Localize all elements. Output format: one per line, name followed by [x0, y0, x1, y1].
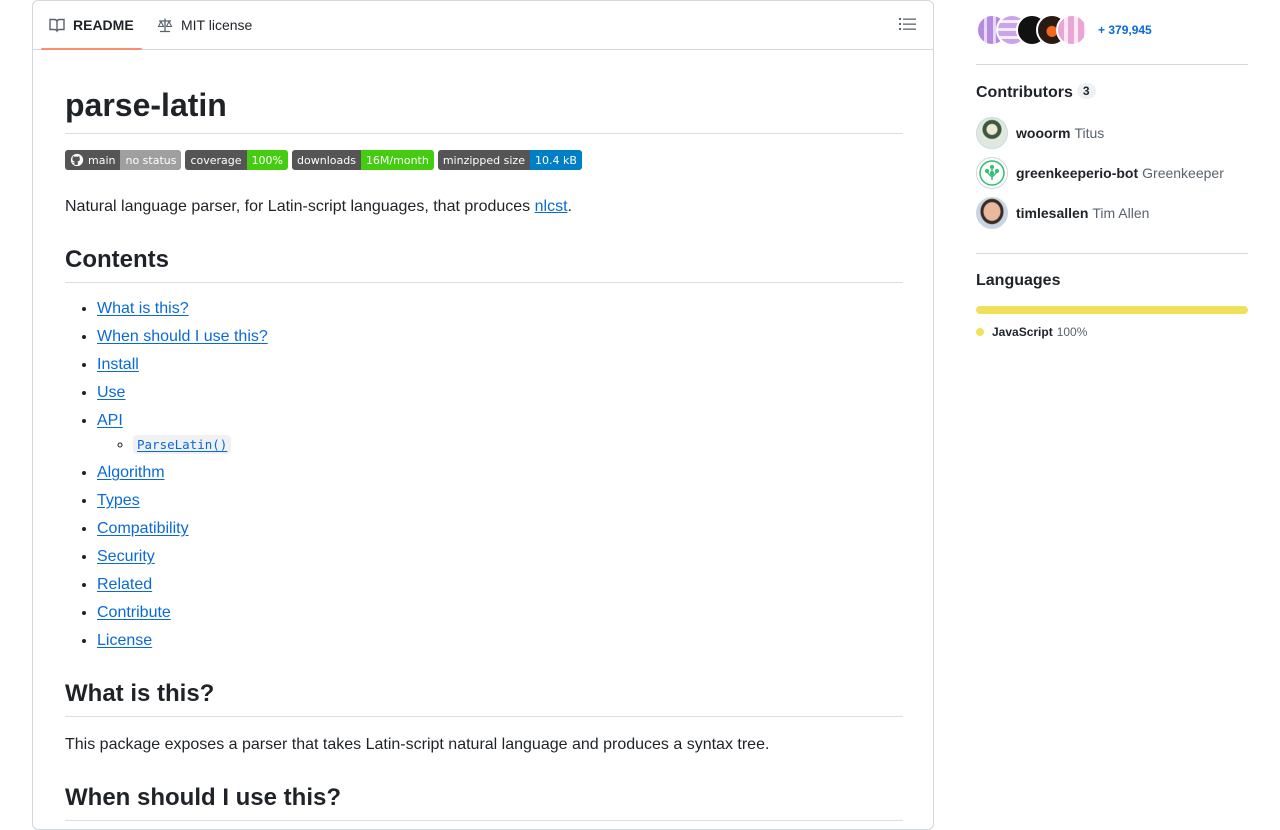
list-item: Install — [97, 353, 903, 377]
contributor-item[interactable]: wooorm Titus — [976, 117, 1104, 149]
avatar — [976, 117, 1008, 149]
toc-link-install[interactable]: Install — [97, 356, 139, 373]
toc-link-license[interactable]: License — [97, 632, 152, 649]
contributor-item[interactable]: greenkeeperio-bot Greenkeeper — [976, 157, 1224, 189]
language-item[interactable]: JavaScript 100% — [976, 325, 1087, 339]
list-item: Compatibility — [97, 517, 903, 541]
github-icon — [70, 153, 84, 167]
what-is-this-heading: What is this? — [65, 679, 903, 717]
languages-heading: Languages — [976, 272, 1061, 289]
contributor-login: timlesallen — [1016, 205, 1089, 221]
tab-readme[interactable]: README — [41, 1, 142, 50]
toc-sublist: ParseLatin() — [97, 433, 903, 457]
build-badge-right: no status — [120, 150, 182, 170]
contributor-item[interactable]: timlesallen Tim Allen — [976, 197, 1149, 229]
size-badge[interactable]: minzipped size 10.4 kB — [437, 150, 582, 170]
list-item: License — [97, 629, 903, 653]
build-status-badge[interactable]: main no status — [65, 150, 182, 170]
toc-link-use[interactable]: Use — [97, 384, 125, 401]
list-item: Algorithm — [97, 461, 903, 485]
law-scale-icon — [157, 18, 173, 33]
contributor-name: Tim Allen — [1092, 205, 1150, 221]
when-should-i-use-this-heading: When should I use this? — [65, 783, 903, 821]
downloads-badge-left: downloads — [292, 150, 361, 170]
list-item: ParseLatin() — [133, 433, 903, 457]
contributor-name: Greenkeeper — [1142, 165, 1224, 181]
contributors-heading[interactable]: Contributors 3 — [976, 83, 1096, 102]
size-badge-right: 10.4 kB — [529, 150, 582, 170]
list-item: Security — [97, 545, 903, 569]
contributors-heading-label: Contributors — [976, 84, 1073, 101]
readme-panel: README MIT license parse-latin main no s… — [32, 0, 934, 830]
badge-row: main no status coverage 100% downloads 1… — [65, 150, 903, 170]
intro-end: . — [567, 198, 572, 215]
avatar — [976, 197, 1008, 229]
language-color-dot — [976, 328, 984, 336]
toc-link-api[interactable]: API — [97, 412, 123, 429]
contributor-login: wooorm — [1016, 125, 1071, 141]
toc-code-parselatin: ParseLatin() — [133, 435, 232, 454]
coverage-badge[interactable]: coverage 100% — [185, 150, 289, 170]
list-item: What is this? — [97, 297, 903, 321]
toc-link-parselatin[interactable]: ParseLatin() — [133, 435, 232, 454]
contributors-count-badge: 3 — [1076, 83, 1096, 99]
list-item: Related — [97, 573, 903, 597]
contributor-name: Titus — [1074, 125, 1105, 141]
book-icon — [49, 18, 65, 33]
avatar[interactable] — [1056, 14, 1088, 46]
language-percent: 100% — [1056, 325, 1088, 339]
greenkeeper-tree-icon — [979, 160, 1005, 186]
readme-markdown: parse-latin main no status coverage 100%… — [65, 49, 903, 821]
contents-heading: Contents — [65, 245, 903, 283]
toc-link-types[interactable]: Types — [97, 492, 140, 509]
nlcst-link[interactable]: nlcst — [535, 198, 568, 215]
divider — [976, 253, 1248, 254]
coverage-badge-right: 100% — [246, 150, 289, 170]
used-by-avatars: + 379,945 — [976, 14, 1152, 46]
used-by-count[interactable]: + 379,945 — [1098, 23, 1152, 37]
build-badge-left: main — [88, 153, 116, 167]
tab-license-label: MIT license — [181, 17, 253, 33]
toc-link-security[interactable]: Security — [97, 548, 155, 565]
table-of-contents-button[interactable] — [899, 16, 919, 34]
intro-paragraph: Natural language parser, for Latin-scrip… — [65, 195, 903, 219]
what-is-this-paragraph: This package exposes a parser that takes… — [65, 736, 770, 753]
language-bar — [976, 306, 1248, 314]
toc-list: What is this? When should I use this? In… — [65, 297, 903, 653]
list-item: Contribute — [97, 601, 903, 625]
language-name: JavaScript — [992, 325, 1053, 339]
toc-link-what-is-this[interactable]: What is this? — [97, 300, 189, 317]
toc-link-when-should-i-use-this[interactable]: When should I use this? — [97, 328, 268, 345]
list-item: API ParseLatin() — [97, 409, 903, 457]
avatar — [976, 157, 1008, 189]
downloads-badge-right: 16M/month — [360, 150, 434, 170]
list-item: Types — [97, 489, 903, 513]
tab-readme-label: README — [73, 17, 134, 33]
contributor-login: greenkeeperio-bot — [1016, 165, 1139, 181]
coverage-badge-left: coverage — [185, 150, 247, 170]
tab-license[interactable]: MIT license — [157, 1, 252, 49]
divider — [976, 64, 1248, 65]
list-item: Use — [97, 381, 903, 405]
size-badge-left: minzipped size — [437, 150, 530, 170]
intro-text: Natural language parser, for Latin-scrip… — [65, 198, 535, 215]
toc-link-compatibility[interactable]: Compatibility — [97, 520, 189, 537]
downloads-badge[interactable]: downloads 16M/month — [292, 150, 434, 170]
toc-link-contribute[interactable]: Contribute — [97, 604, 171, 621]
list-item: When should I use this? — [97, 325, 903, 349]
toc-link-algorithm[interactable]: Algorithm — [97, 464, 165, 481]
toc-link-related[interactable]: Related — [97, 576, 152, 593]
list-unordered-icon — [899, 18, 916, 30]
readme-tab-bar: README MIT license — [33, 1, 933, 50]
readme-title: parse-latin — [65, 85, 903, 134]
